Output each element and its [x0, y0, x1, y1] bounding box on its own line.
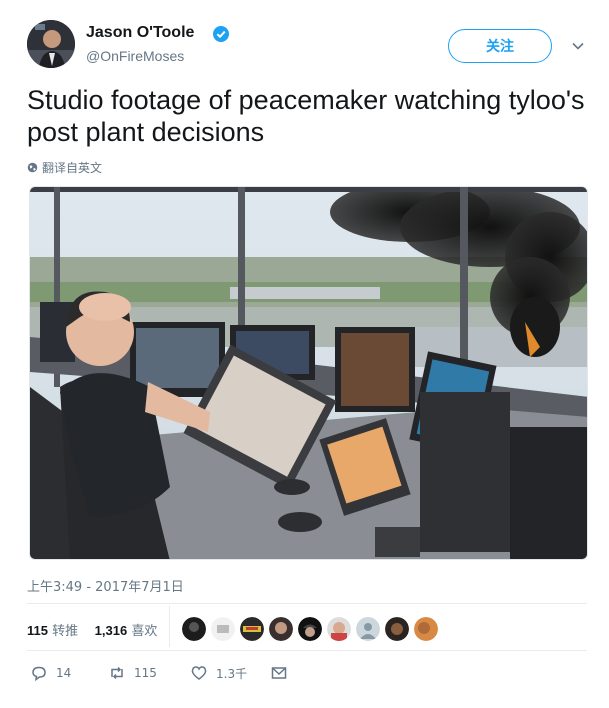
verified-badge-icon [213, 26, 229, 42]
translate-label[interactable]: 翻译自英文 [42, 159, 102, 176]
tweet-stats: 115 转推 1,316 喜欢 [27, 620, 157, 639]
likes-label: 喜欢 [131, 624, 158, 639]
liker-avatar[interactable] [327, 617, 351, 641]
likes-count: 1,316 [94, 623, 128, 638]
reply-action[interactable]: 14 [30, 664, 71, 682]
like-count: 1.3千 [216, 666, 248, 681]
translate-link[interactable]: 翻译自英文 [27, 159, 102, 176]
author-name[interactable]: Jason O'Toole [86, 24, 194, 42]
reply-icon [32, 666, 46, 682]
likers-avatars [182, 617, 438, 641]
liker-avatar[interactable] [269, 617, 293, 641]
stats-divider [169, 606, 170, 647]
liker-avatar[interactable] [385, 617, 409, 641]
retweets-stat[interactable]: 115 转推 [27, 623, 79, 639]
tweet-text: Studio footage of peacemaker watching ty… [27, 85, 585, 147]
divider [27, 650, 587, 651]
follow-button[interactable]: 关注 [448, 29, 552, 63]
retweet-action[interactable]: 115 [108, 664, 157, 682]
divider [27, 603, 587, 604]
liker-avatar[interactable] [240, 617, 264, 641]
chevron-down-icon[interactable] [570, 38, 586, 54]
liker-avatar[interactable] [182, 617, 206, 641]
retweet-icon [111, 666, 123, 680]
liker-avatar[interactable] [298, 617, 322, 641]
liker-avatar[interactable] [414, 617, 438, 641]
heart-icon [191, 666, 207, 680]
retweets-label: 转推 [52, 624, 79, 639]
tweet-timestamp[interactable]: 上午3:49 - 2017年7月1日 [27, 576, 184, 595]
tweet-media-image[interactable] [29, 186, 588, 560]
direct-message-action[interactable] [270, 664, 288, 682]
retweets-count: 115 [27, 623, 48, 638]
author-handle[interactable]: @OnFireMoses [86, 48, 184, 64]
globe-icon [27, 162, 38, 173]
likes-stat[interactable]: 1,316 喜欢 [94, 623, 158, 639]
author-avatar[interactable] [27, 20, 75, 68]
envelope-icon [271, 667, 287, 679]
liker-avatar[interactable] [356, 617, 380, 641]
liker-avatar[interactable] [211, 617, 235, 641]
retweet-count: 115 [134, 666, 157, 680]
like-action[interactable]: 1.3千 [190, 664, 247, 682]
reply-count: 14 [56, 666, 72, 680]
